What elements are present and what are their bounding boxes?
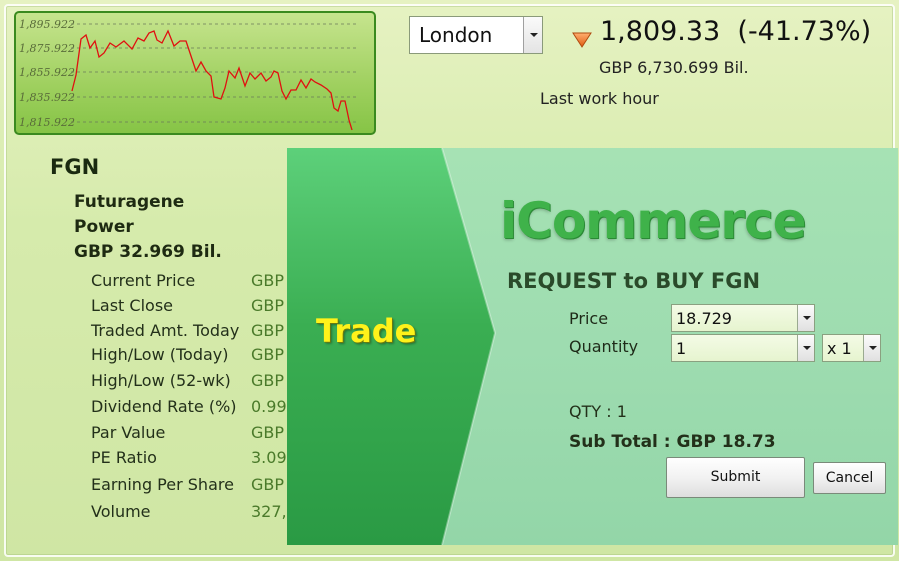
stat-value: GBP — [251, 475, 285, 494]
price-value: 18.729 — [676, 309, 732, 328]
mini-chart-y-tick: 1,855.922 — [19, 66, 75, 79]
quantity-combobox[interactable]: 1 — [671, 334, 815, 362]
company-name-line1: Futuragene — [74, 192, 185, 212]
company-name-line2: Power — [74, 217, 134, 237]
price-dropdown-toggle[interactable] — [797, 305, 814, 331]
stat-label: Traded Amt. Today — [91, 321, 240, 340]
mini-chart-y-tick: 1,895.922 — [19, 18, 75, 31]
index-change: (-41.73%) — [737, 16, 872, 47]
stat-value: GBP — [251, 345, 285, 364]
stat-label: Volume — [91, 502, 151, 521]
mini-chart-svg: 1,895.922 1,875.922 1,855.922 1,835.922 1,81… — [19, 18, 358, 131]
price-combobox[interactable]: 18.729 — [671, 304, 815, 332]
request-title: REQUEST to BUY FGN — [507, 269, 761, 293]
chevron-down-icon — [530, 33, 538, 37]
stat-label: High/Low (Today) — [91, 345, 229, 364]
stat-value: 327, — [251, 502, 287, 521]
stat-label: Par Value — [91, 423, 166, 442]
qty-summary: QTY : 1 — [569, 402, 627, 421]
mini-chart-y-tick: 1,875.922 — [19, 42, 75, 55]
stat-value: GBP — [251, 271, 285, 290]
quantity-label: Quantity — [569, 337, 639, 356]
stat-value: GBP — [251, 321, 285, 340]
chevron-down-icon — [803, 316, 811, 320]
chevron-down-icon — [869, 346, 877, 350]
market-dropdown-toggle[interactable] — [523, 17, 542, 53]
market-dropdown-value: London — [419, 23, 493, 47]
mini-chart-price-line — [71, 29, 353, 131]
mini-chart-y-tick: 1,815.922 — [19, 116, 75, 129]
stat-label: Current Price — [91, 271, 196, 290]
market-cap: GBP 32.969 Bil. — [74, 242, 222, 262]
multiplier-combobox[interactable]: x 1 — [822, 334, 881, 362]
stat-value: GBP — [251, 371, 285, 390]
stat-label: Earning Per Share — [91, 475, 234, 494]
chevron-down-icon — [803, 346, 811, 350]
cancel-button[interactable]: Cancel — [813, 462, 886, 494]
mini-chart-y-tick: 1,835.922 — [19, 91, 75, 104]
down-triangle-icon — [572, 32, 592, 48]
stat-label: High/Low (52-wk) — [91, 371, 231, 390]
period-label: Last work hour — [540, 89, 659, 108]
price-label: Price — [569, 309, 609, 328]
stat-value: 3.09 — [251, 448, 287, 467]
stat-label: Last Close — [91, 296, 173, 315]
multiplier-dropdown-toggle[interactable] — [863, 335, 880, 361]
submit-button[interactable]: Submit — [666, 457, 805, 498]
brand-logo: iCommerce — [500, 192, 807, 250]
stat-label: PE Ratio — [91, 448, 157, 467]
trade-panel: Trade iCommerce REQUEST to BUY FGN Price… — [287, 148, 898, 545]
stat-value: 0.99 — [251, 397, 287, 416]
market-dropdown[interactable]: London — [409, 16, 543, 54]
stat-value: GBP — [251, 423, 285, 442]
index-mini-chart: 1,895.922 1,875.922 1,855.922 1,835.922 1,81… — [14, 11, 376, 135]
multiplier-value: x 1 — [827, 339, 852, 358]
quantity-dropdown-toggle[interactable] — [797, 335, 814, 361]
quantity-value: 1 — [676, 339, 687, 358]
stock-ticker: FGN — [50, 155, 100, 179]
stat-value: GBP — [251, 296, 285, 315]
index-volume: GBP 6,730.699 Bil. — [599, 58, 749, 77]
index-value: 1,809.33 (-41.73%) — [600, 16, 871, 47]
index-price: 1,809.33 — [600, 16, 721, 47]
subtotal: Sub Total : GBP 18.73 — [569, 432, 776, 452]
stat-label: Dividend Rate (%) — [91, 397, 237, 416]
trade-label: Trade — [316, 312, 417, 350]
